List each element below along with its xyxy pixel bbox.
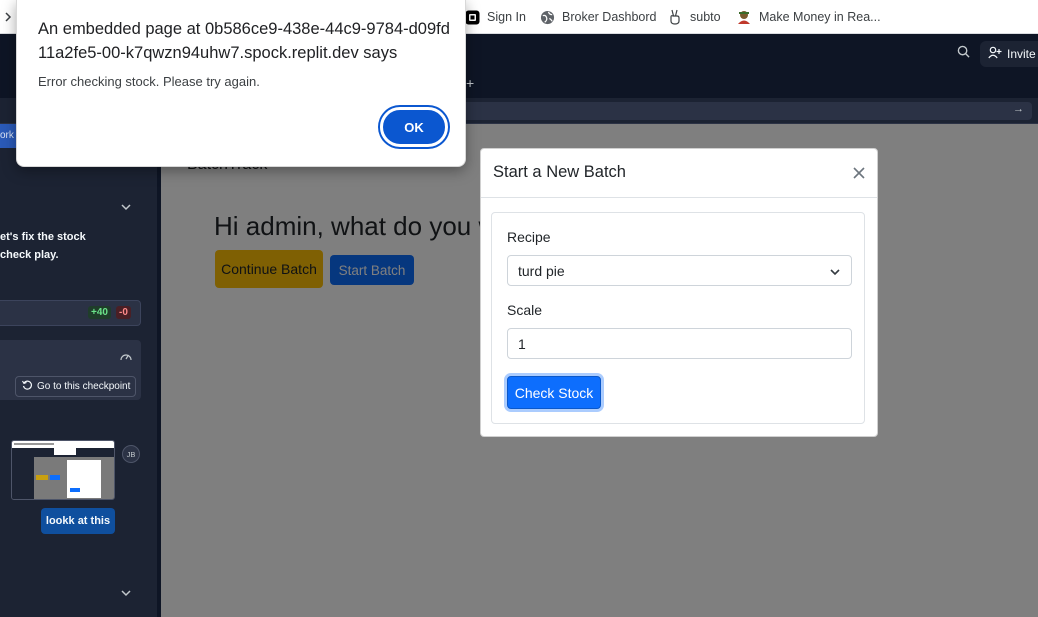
agent-message-text: et's fix the stock check play. <box>0 231 86 261</box>
user-message: lookk at this <box>41 508 115 534</box>
globe-icon <box>539 9 555 25</box>
agent-message: et's fix the stock check play. <box>0 228 150 264</box>
add-tab-button[interactable]: + <box>466 75 474 91</box>
scale-input[interactable]: 1 <box>507 328 852 359</box>
rollback-icon <box>22 380 32 393</box>
modal-header: Start a New Batch <box>481 149 877 198</box>
bookmark-label: Sign In <box>487 10 526 24</box>
scale-value: 1 <box>518 335 526 352</box>
go-arrow-icon[interactable]: → <box>1013 103 1024 115</box>
lines-added-badge: +40 <box>88 306 111 319</box>
avatar: JB <box>122 445 140 463</box>
check-stock-button[interactable]: Check Stock <box>507 376 601 409</box>
recipe-selected-value: turd pie <box>518 262 565 279</box>
checkpoint-card: Go to this checkpoint <box>0 340 141 400</box>
start-batch-modal: Start a New Batch Recipe turd pie Scale … <box>480 148 878 437</box>
bookmark-sign-in[interactable]: Sign In <box>464 6 526 28</box>
chevron-down-icon[interactable] <box>119 200 133 214</box>
screenshot-thumbnail[interactable] <box>11 440 115 500</box>
gauge-icon <box>120 348 132 366</box>
invite-button[interactable]: Invite <box>980 41 1038 67</box>
bookmark-label: subto <box>690 10 721 24</box>
agent-panel: ork et's fix the stock check play. +40 -… <box>0 124 157 617</box>
ok-button[interactable]: OK <box>380 107 448 147</box>
file-diff-row[interactable]: +40 -0 <box>0 300 141 326</box>
modal-title: Start a New Batch <box>493 163 626 181</box>
recipe-select[interactable]: turd pie <box>507 255 852 286</box>
recipe-label: Recipe <box>507 229 551 245</box>
browser-alert-dialog: An embedded page at 0b586ce9-438e-44c9-9… <box>16 0 466 167</box>
alert-title: An embedded page at 0b586ce9-438e-44c9-9… <box>38 20 450 62</box>
add-user-icon <box>988 46 1002 62</box>
bookmark-subto[interactable]: subto <box>667 6 721 28</box>
lines-removed-badge: -0 <box>116 306 131 319</box>
search-icon <box>957 45 970 63</box>
bookmark-favicon-icon <box>736 9 752 25</box>
checkpoint-button-label: Go to this checkpoint <box>37 381 131 392</box>
peace-hand-icon <box>667 9 683 25</box>
bookmark-make-money[interactable]: Make Money in Rea... <box>736 6 881 28</box>
go-to-checkpoint-button[interactable]: Go to this checkpoint <box>15 376 136 397</box>
invite-label: Invite <box>1007 47 1036 61</box>
chevron-right-icon <box>0 9 16 25</box>
alert-message: Error checking stock. Please try again. <box>38 74 260 89</box>
search-button[interactable] <box>952 45 974 63</box>
scale-label: Scale <box>507 302 543 318</box>
chevron-down-icon <box>829 265 841 277</box>
bookmark-label: Make Money in Rea... <box>759 10 881 24</box>
close-icon <box>852 167 866 184</box>
batch-form: Recipe turd pie Scale 1 Check Stock <box>491 212 865 424</box>
work-tab[interactable]: ork <box>0 124 16 148</box>
bookmark-broker-dashbord[interactable]: Broker Dashbord <box>539 6 657 28</box>
bookmark-label: Broker Dashbord <box>562 10 657 24</box>
close-button[interactable] <box>852 166 866 180</box>
chevron-down-icon[interactable] <box>119 586 133 600</box>
square-logo-icon <box>464 9 480 25</box>
